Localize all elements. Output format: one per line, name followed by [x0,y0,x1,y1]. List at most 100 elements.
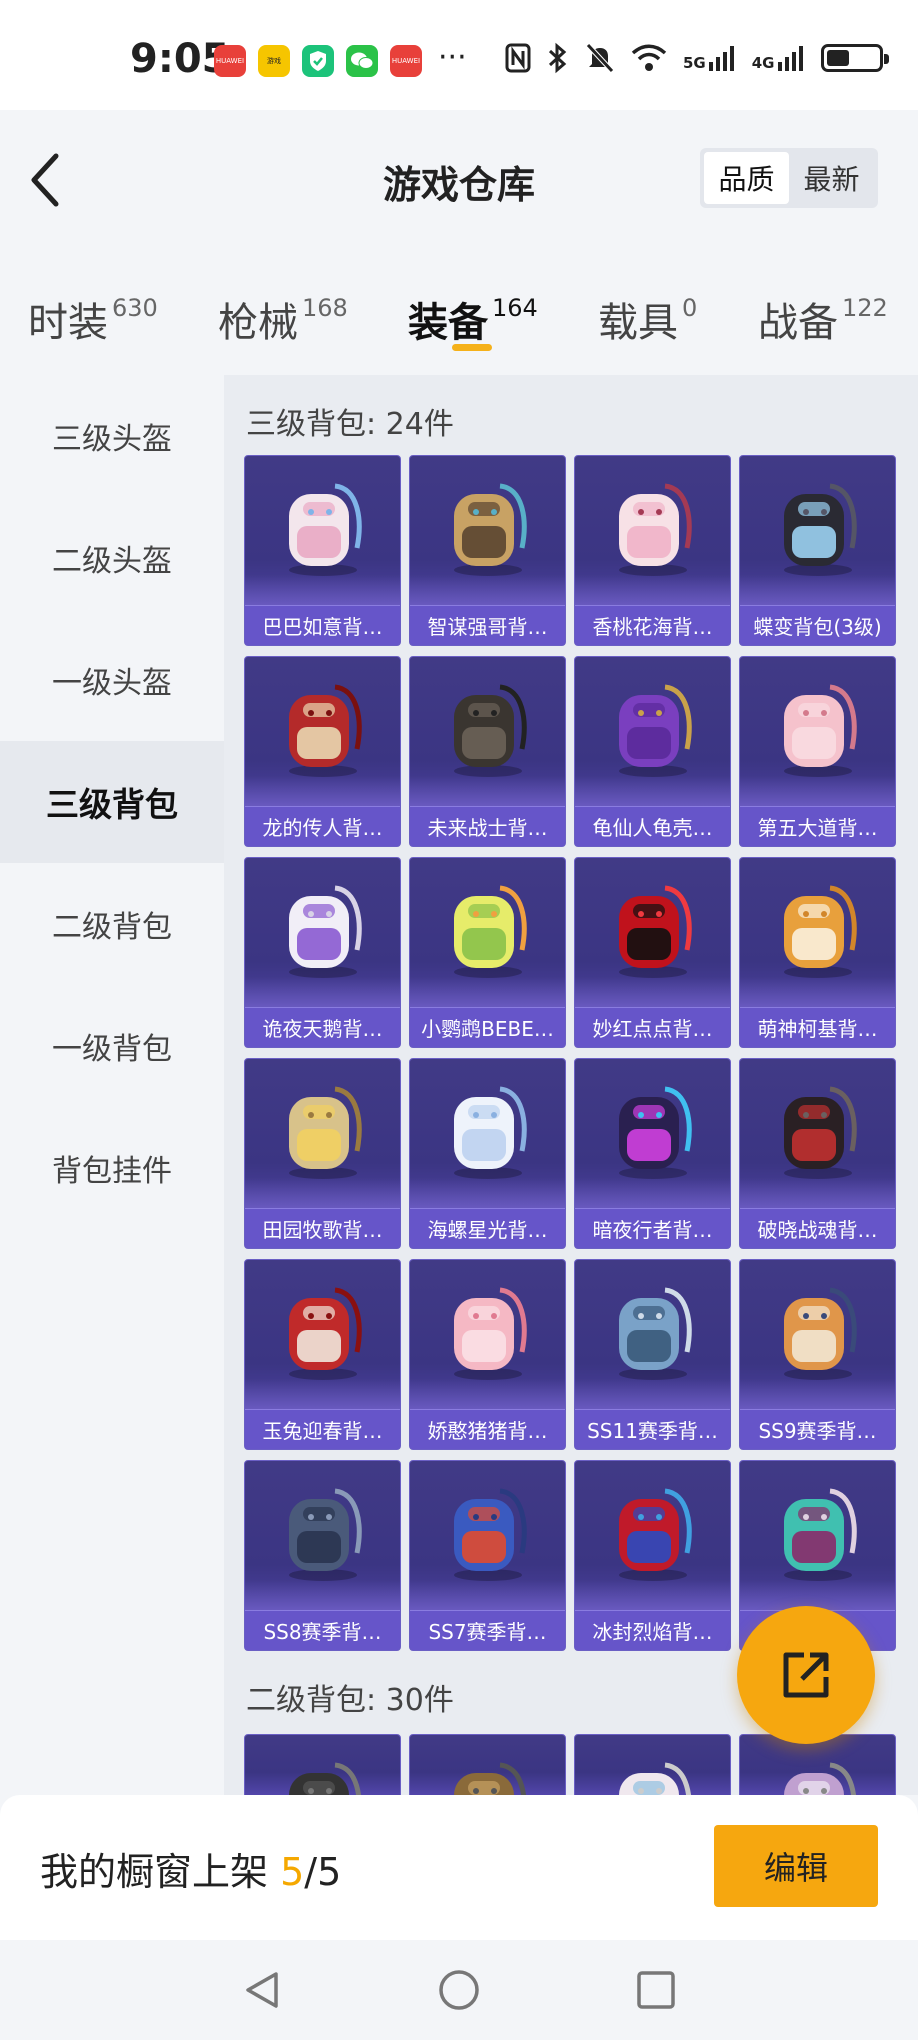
item-card[interactable]: 巴巴如意背… [244,455,401,646]
item-name: SS8赛季背… [245,1610,400,1650]
item-card[interactable]: 玉兔迎春背… [244,1259,401,1450]
item-name: 田园牧歌背… [245,1208,400,1248]
card-shine [740,1178,895,1208]
card-shine [410,575,565,605]
item-card[interactable]: 冰封烈焰背… [574,1460,731,1651]
nav-recents-icon[interactable] [634,1968,678,2012]
item-card[interactable]: 田园牧歌背… [244,1058,401,1249]
backpack-icon [454,885,527,978]
huawei-icon-2: HUAWEI [390,45,422,77]
card-shine [245,776,400,806]
item-card[interactable]: 暗夜行者背… [574,1058,731,1249]
item-card[interactable] [574,1734,731,1795]
item-card[interactable] [244,1734,401,1795]
card-shine [575,1379,730,1409]
backpack-icon [784,1086,857,1179]
tab-guns[interactable]: 枪械 168 [218,290,348,348]
showcase-bar: 我的橱窗上架 5/5 编辑 [0,1795,918,1940]
item-card[interactable]: 娇憨猪猪背… [409,1259,566,1450]
item-card[interactable]: SS8赛季背… [244,1460,401,1651]
item-name: 蝶变背包(3级) [740,605,895,645]
item-name: 智谋强哥背… [410,605,565,645]
item-card[interactable]: 蝶变背包(3级) [739,455,896,646]
item-name: 冰封烈焰背… [575,1610,730,1650]
card-shine [245,1379,400,1409]
signal-4g-icon: 4G [752,44,805,72]
item-card[interactable] [409,1734,566,1795]
card-shine [245,977,400,1007]
backpack-icon [289,684,362,777]
sort-quality-button[interactable]: 品质 [704,152,789,204]
card-shine [740,1580,895,1610]
share-floating-button[interactable] [737,1606,875,1744]
item-card[interactable]: 海螺星光背… [409,1058,566,1249]
item-name: 萌神柯基背… [740,1007,895,1047]
card-shine [740,1379,895,1409]
item-card[interactable]: SS7赛季背… [409,1460,566,1651]
sidebar-item-level3-backpack[interactable]: 三级背包 [0,741,224,863]
card-shine [740,575,895,605]
item-card[interactable]: SS11赛季背… [574,1259,731,1450]
tab-count: 168 [302,293,348,322]
card-shine [410,977,565,1007]
card-shine [410,1178,565,1208]
sidebar-item-level2-backpack[interactable]: 二级背包 [0,863,224,985]
tab-fashion[interactable]: 时装 630 [28,290,158,348]
item-card[interactable]: 破晓战魂背… [739,1058,896,1249]
backpack-icon [289,1762,361,1795]
card-shine [245,1580,400,1610]
wifi-icon [631,44,667,71]
section-title: 二级背包: 30件 [246,1683,454,1718]
card-shine [410,1580,565,1610]
item-card[interactable]: 第五大道背… [739,656,896,847]
nav-home-icon[interactable] [437,1968,481,2012]
item-name: 娇憨猪猪背… [410,1409,565,1449]
item-card[interactable]: SS9赛季背… [739,1259,896,1450]
backpack-icon [619,684,692,777]
sidebar-item-level1-backpack[interactable]: 一级背包 [0,985,224,1107]
subcategory-sidebar: 三级头盔 二级头盔 一级头盔 三级背包 二级背包 一级背包 背包挂件 [0,375,224,1795]
backpack-icon [619,483,692,576]
backpack-icon [454,1086,527,1179]
item-card[interactable]: 智谋强哥背… [409,455,566,646]
item-name: 第五大道背… [740,806,895,846]
backpack-icon [289,1488,362,1581]
game-app-icon: 游戏 [258,45,290,77]
backpack-icon [784,483,857,576]
item-card[interactable]: 诡夜天鹅背… [244,857,401,1048]
item-card[interactable]: 小鹦鹉BEBE… [409,857,566,1048]
sidebar-item-backpack-charm[interactable]: 背包挂件 [0,1107,224,1229]
section-title: 三级背包: 24件 [246,407,454,442]
sidebar-item-level3-helmet[interactable]: 三级头盔 [0,375,224,497]
card-shine [575,1178,730,1208]
item-card[interactable]: 妙红点点背… [574,857,731,1048]
nav-back-icon[interactable] [240,1968,284,2012]
item-name: 暗夜行者背… [575,1208,730,1248]
tab-equipment[interactable]: 装备 164 [408,290,538,348]
tab-supplies[interactable]: 战备 122 [758,290,888,348]
sort-newest-button[interactable]: 最新 [789,152,874,204]
backpack-icon [454,1762,526,1795]
edit-button[interactable]: 编辑 [714,1825,878,1907]
sidebar-item-level2-helmet[interactable]: 二级头盔 [0,497,224,619]
bluetooth-icon [548,42,567,74]
card-shine [740,776,895,806]
item-card[interactable]: 未来战士背… [409,656,566,847]
sidebar-item-level1-helmet[interactable]: 一级头盔 [0,619,224,741]
security-icon [302,45,334,77]
item-card[interactable]: 龙的传人背… [244,656,401,847]
backpack-icon [289,885,362,978]
backpack-icon [619,1488,692,1581]
backpack-icon [619,1086,692,1179]
tab-count: 630 [112,293,158,322]
page-header: 游戏仓库 品质 最新 [0,110,918,260]
item-card[interactable]: 龟仙人龟壳… [574,656,731,847]
item-name: 未来战士背… [410,806,565,846]
item-name: SS7赛季背… [410,1610,565,1650]
item-list[interactable]: 三级背包: 24件 巴巴如意背… 智谋强哥背… 香桃花海背… 蝶变背包(3级) 龙的传人… [224,375,918,1795]
item-card[interactable]: 香桃花海背… [574,455,731,646]
card-shine [410,776,565,806]
item-card[interactable]: 萌神柯基背… [739,857,896,1048]
item-card[interactable] [739,1734,896,1795]
tab-vehicles[interactable]: 载具 0 [598,290,697,348]
